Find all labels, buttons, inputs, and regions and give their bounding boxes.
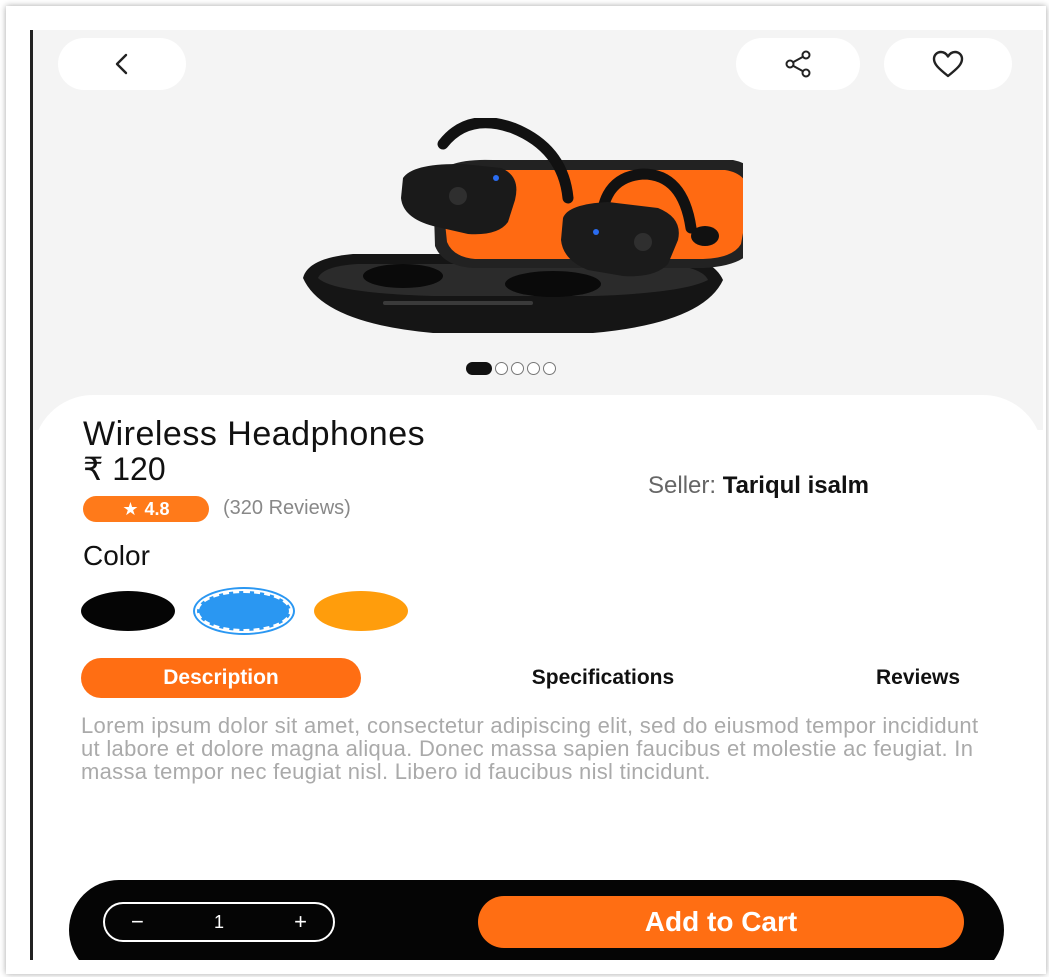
increment-button[interactable]: + (294, 909, 307, 935)
carousel-dot[interactable] (543, 362, 556, 375)
description-text: Lorem ipsum dolor sit amet, consectetur … (81, 713, 979, 784)
reviews-count[interactable]: (320 Reviews) (223, 497, 351, 520)
seller-name[interactable]: Tariqul isalm (723, 472, 869, 499)
quantity-value: 1 (213, 911, 224, 932)
product-price: ₹ 120 (83, 451, 166, 487)
rating-badge: ★ 4.8 (83, 496, 209, 522)
product-detail-screen: Wireless Headphones ₹ 120 Seller: Tariqu… (30, 30, 1043, 960)
carousel-dot[interactable] (511, 362, 524, 375)
color-label: Color (83, 540, 150, 571)
heart-icon (932, 50, 964, 78)
tab-specifications[interactable]: Specifications (463, 658, 743, 698)
star-icon: ★ (122, 498, 139, 519)
favorite-button[interactable] (884, 38, 1012, 90)
seller-info: Seller: Tariqul isalm (648, 472, 869, 500)
share-icon (785, 50, 811, 78)
decrement-button[interactable]: − (131, 909, 144, 935)
back-button[interactable] (58, 38, 186, 90)
product-image (303, 118, 743, 333)
color-swatch-orange[interactable] (314, 591, 408, 631)
quantity-stepper: − 1 + (103, 902, 335, 942)
add-to-cart-button[interactable]: Add to Cart (478, 896, 964, 948)
product-title: Wireless Headphones (83, 415, 426, 453)
carousel-dot[interactable] (527, 362, 540, 375)
seller-label: Seller: (648, 472, 717, 499)
tab-description[interactable]: Description (81, 658, 361, 698)
rating-value: 4.8 (144, 498, 170, 519)
carousel-dot-active[interactable] (466, 362, 492, 375)
color-swatch-black[interactable] (81, 591, 175, 631)
carousel-indicator[interactable] (466, 362, 556, 375)
tab-reviews[interactable]: Reviews (833, 658, 1003, 698)
carousel-dot[interactable] (495, 362, 508, 375)
color-swatch-blue-selected[interactable] (197, 591, 291, 631)
share-button[interactable] (736, 38, 860, 90)
chevron-left-icon (115, 53, 128, 75)
